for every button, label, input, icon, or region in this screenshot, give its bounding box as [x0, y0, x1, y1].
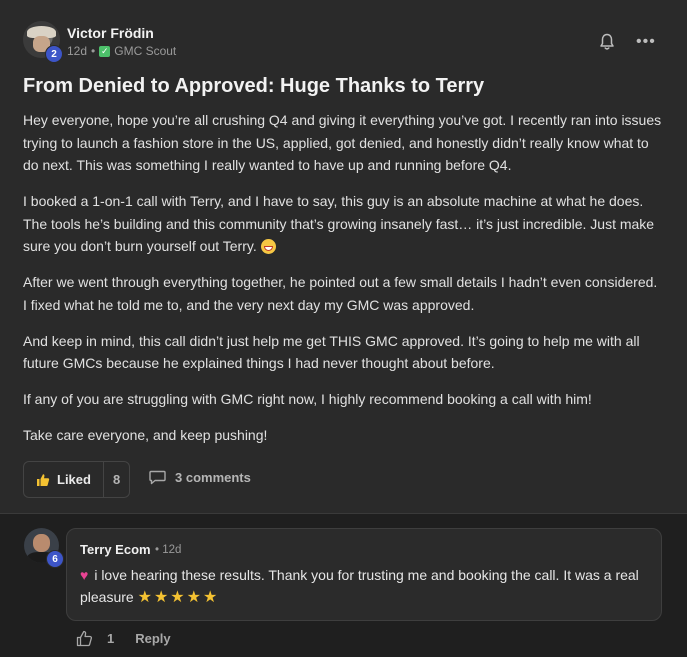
author-level-badge: 2 — [45, 45, 63, 63]
comment-like-count[interactable]: 1 — [107, 631, 114, 646]
like-button[interactable]: Liked — [24, 462, 103, 497]
post-category[interactable]: GMC Scout — [114, 44, 176, 58]
avatar-face — [33, 534, 50, 552]
thumbs-up-icon — [37, 473, 50, 486]
comment-time: • 12d — [155, 544, 182, 556]
like-button-group: Liked 8 — [23, 461, 131, 498]
star-icon-row: ★★★★★ — [137, 589, 220, 606]
comment-icon — [149, 470, 166, 485]
thumbs-up-icon[interactable] — [76, 630, 93, 647]
post-body: Hey everyone, hope you’re all crushing Q… — [23, 109, 663, 460]
post-title: From Denied to Approved: Huge Thanks to … — [23, 75, 485, 97]
post-card: 2 Victor Frödin 12d • ✓ GMC Scout ••• Fr… — [0, 0, 687, 513]
grin-emoji-icon — [260, 239, 276, 254]
post-paragraph: I booked a 1-on-1 call with Terry, and I… — [23, 190, 663, 258]
post-time: 12d — [67, 44, 88, 58]
post-paragraph: Take care everyone, and keep pushing! — [23, 427, 268, 443]
meta-separator: • — [91, 44, 96, 58]
comments-link[interactable]: 3 comments — [149, 470, 251, 485]
reply-button[interactable]: Reply — [135, 631, 170, 646]
like-count[interactable]: 8 — [102, 462, 129, 497]
commenter-name[interactable]: Terry Ecom — [80, 542, 151, 557]
post-paragraph: Hey everyone, hope you’re all crushing Q… — [23, 112, 662, 173]
post-paragraph: And keep in mind, this call didn’t just … — [23, 332, 640, 372]
comment-bubble: Terry Ecom • 12d ♥ i love hearing these r… — [66, 528, 662, 621]
post-paragraph-text: I booked a 1-on-1 call with Terry, and I… — [23, 193, 655, 254]
check-icon: ✓ — [99, 45, 111, 57]
post-paragraph: After we went through everything togethe… — [23, 274, 658, 313]
comments-count-label: 3 comments — [175, 470, 251, 485]
heart-icon: ♥ — [80, 567, 89, 583]
author-name[interactable]: Victor Frödin — [67, 25, 154, 41]
post-paragraph: If any of you are struggling with GMC ri… — [23, 391, 592, 407]
bell-icon[interactable] — [599, 33, 615, 51]
comment-actions: 1 Reply — [76, 630, 171, 647]
liked-label: Liked — [57, 472, 91, 487]
more-dots-icon[interactable]: ••• — [636, 33, 656, 51]
commenter-level-badge: 6 — [46, 550, 64, 568]
post-meta: 12d • ✓ GMC Scout — [67, 44, 176, 58]
comment-text: ♥ i love hearing these results. Thank you… — [80, 564, 650, 609]
